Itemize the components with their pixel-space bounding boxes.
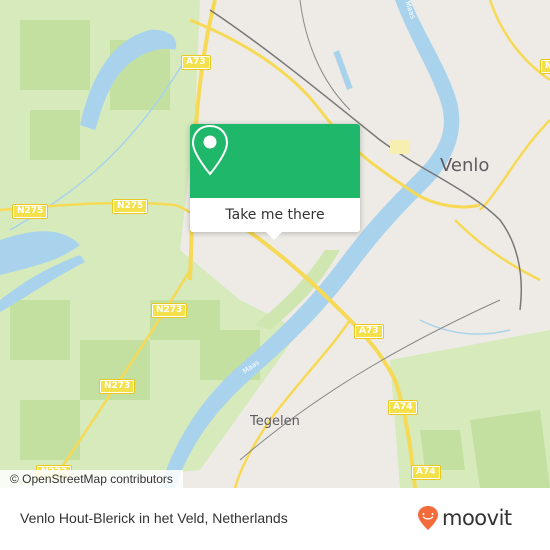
road-shield-n275: N275 (111, 199, 149, 214)
road-shield-a74: A74 (411, 465, 441, 480)
road-east (479, 119, 550, 211)
map-pin-icon (191, 124, 229, 176)
popup-tail (266, 232, 282, 240)
moovit-logo[interactable]: moovit (417, 505, 512, 531)
road-shield-a73: A73 (354, 324, 384, 339)
city-label-venlo: Venlo (440, 155, 490, 176)
road-shield-a73: A73 (181, 55, 211, 70)
industrial-area (390, 140, 410, 154)
location-title: Venlo Hout-Blerick in het Veld, Netherla… (20, 510, 288, 526)
road-shield-n: N (540, 59, 550, 74)
road-shield-a74: A74 (388, 400, 418, 415)
moovit-smile-pin-icon (418, 506, 438, 530)
map-view[interactable]: A73 A73 N275 N275 N273 N273 N273 A74 A74… (0, 0, 550, 488)
footer: Venlo Hout-Blerick in het Veld, Netherla… (0, 488, 550, 550)
road-shield-n273: N273 (98, 379, 136, 394)
road-shield-n273: N273 (150, 303, 188, 318)
city-label-tegelen: Tegelen (250, 414, 300, 429)
road-venlo-east (454, 219, 541, 282)
popup-header (190, 124, 360, 198)
canal (333, 50, 353, 90)
map-attribution[interactable]: © OpenStreetMap contributors (0, 470, 183, 488)
location-popup: Take me there (190, 124, 360, 240)
moovit-logo-text: moovit (442, 506, 512, 530)
take-me-there-button[interactable]: Take me there (190, 198, 360, 232)
road-shield-n275: N275 (11, 204, 49, 219)
